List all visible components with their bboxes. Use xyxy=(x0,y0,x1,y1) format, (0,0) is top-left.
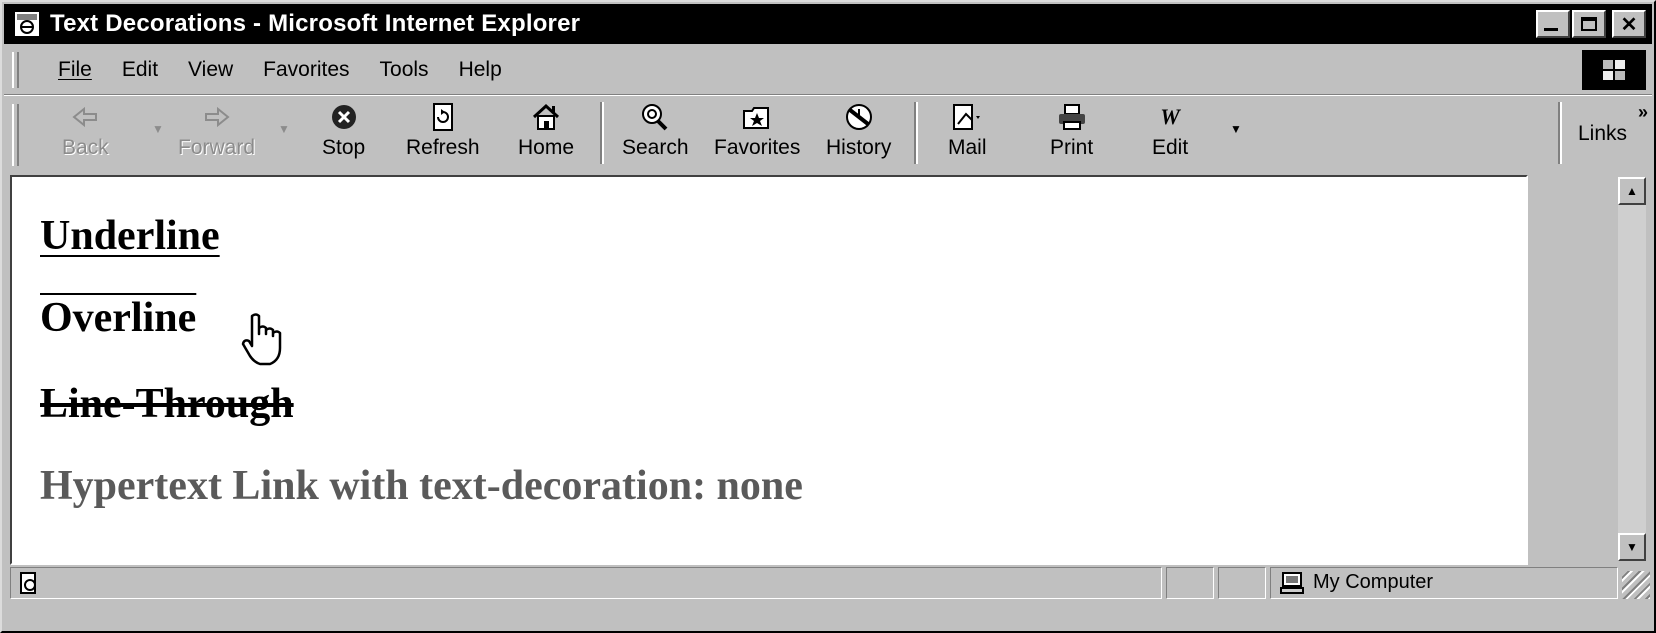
status-panel xyxy=(10,567,1162,599)
home-icon xyxy=(533,103,560,130)
favorites-button[interactable]: Favorites xyxy=(714,102,800,168)
back-button[interactable]: Back xyxy=(62,102,109,168)
mail-icon xyxy=(953,104,981,130)
scroll-up-icon[interactable]: ▲ xyxy=(1618,177,1646,205)
window-title: Text Decorations - Microsoft Internet Ex… xyxy=(50,10,581,37)
search-button[interactable]: Search xyxy=(622,102,689,168)
back-arrow-icon xyxy=(72,106,98,128)
edit-dropdown-icon[interactable]: ▼ xyxy=(1230,122,1242,136)
mail-button[interactable]: Mail xyxy=(948,102,987,168)
zone-panel: My Computer xyxy=(1270,567,1618,599)
forward-dropdown-icon[interactable]: ▼ xyxy=(278,122,290,136)
close-icon[interactable]: ✕ xyxy=(1612,10,1646,38)
vertical-scrollbar[interactable]: ▲ ▼ xyxy=(1618,177,1646,561)
menu-tools[interactable]: Tools xyxy=(366,58,445,82)
status-panel-security xyxy=(1218,567,1266,599)
home-button[interactable]: Home xyxy=(518,102,574,168)
menu-help[interactable]: Help xyxy=(445,58,518,82)
menubar-grip[interactable] xyxy=(12,52,19,88)
title-bar: Text Decorations - Microsoft Internet Ex… xyxy=(4,4,1652,44)
minimize-icon[interactable] xyxy=(1536,10,1570,38)
menu-edit[interactable]: Edit xyxy=(108,58,174,82)
history-icon xyxy=(845,104,872,130)
hand-cursor-icon xyxy=(241,313,282,366)
zone-label: My Computer xyxy=(1313,571,1434,593)
forward-button[interactable]: Forward xyxy=(178,102,255,168)
page-content: Underline Overline Line-Through Hypertex… xyxy=(10,175,1528,565)
toolbar-grip[interactable] xyxy=(12,104,19,166)
forward-arrow-icon xyxy=(204,106,230,128)
standard-toolbar: Back ▼ Forward ▼ Stop Refresh Home Searc… xyxy=(4,95,1652,174)
toolbar-separator xyxy=(600,102,604,164)
toolbar-separator xyxy=(914,102,918,164)
stop-button[interactable]: Stop xyxy=(322,102,365,168)
status-bar: My Computer xyxy=(4,565,1652,601)
edit-icon: W xyxy=(1160,104,1181,129)
links-bar[interactable]: Links » xyxy=(1554,96,1652,174)
status-panel-progress xyxy=(1166,567,1214,599)
stop-icon xyxy=(331,105,356,129)
menu-favorites[interactable]: Favorites xyxy=(249,58,365,82)
edit-button[interactable]: W Edit xyxy=(1152,102,1188,168)
windows-logo-icon xyxy=(1582,50,1646,90)
browser-window: Text Decorations - Microsoft Internet Ex… xyxy=(0,0,1656,633)
refresh-icon xyxy=(432,103,453,131)
underline-heading: Underline xyxy=(40,213,220,259)
ie-app-icon xyxy=(15,12,39,36)
linethrough-heading: Line-Through xyxy=(40,381,294,427)
menu-file[interactable]: File xyxy=(44,58,108,82)
search-icon xyxy=(642,104,668,131)
svg-text:W: W xyxy=(1160,104,1181,129)
links-label[interactable]: Links xyxy=(1578,122,1627,146)
links-separator xyxy=(1558,102,1562,164)
printer-icon xyxy=(1058,104,1085,130)
refresh-button[interactable]: Refresh xyxy=(406,102,480,168)
favorites-icon xyxy=(743,107,770,129)
hypertext-link[interactable]: Hypertext Link with text-decoration: non… xyxy=(40,465,803,507)
page-icon xyxy=(20,572,36,594)
overline-heading: Overline xyxy=(40,295,197,341)
maximize-icon[interactable] xyxy=(1572,10,1606,38)
history-button[interactable]: History xyxy=(826,102,891,168)
print-button[interactable]: Print xyxy=(1050,102,1093,168)
resize-grip[interactable] xyxy=(1622,571,1650,599)
menu-view[interactable]: View xyxy=(174,58,249,82)
scroll-down-icon[interactable]: ▼ xyxy=(1618,533,1646,561)
my-computer-icon xyxy=(1280,572,1304,594)
chevron-right-icon[interactable]: » xyxy=(1638,102,1648,123)
menu-bar: File Edit View Favorites Tools Help xyxy=(4,46,1652,95)
back-dropdown-icon[interactable]: ▼ xyxy=(152,122,164,136)
